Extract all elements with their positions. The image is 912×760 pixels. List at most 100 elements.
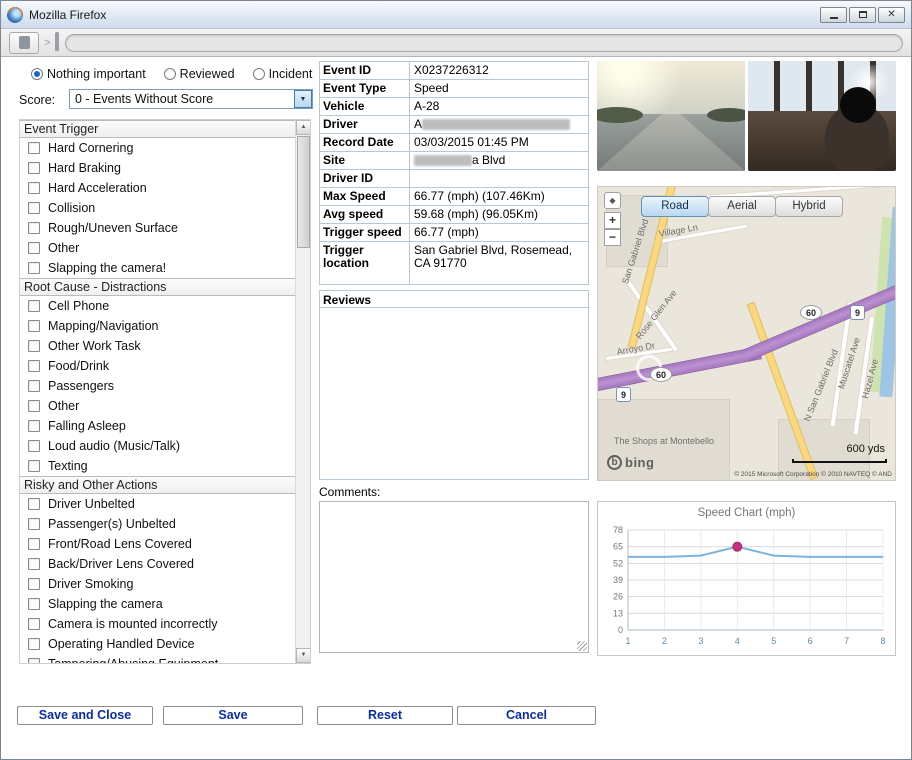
checkbox-icon[interactable] xyxy=(28,618,40,630)
driver-camera-image[interactable] xyxy=(748,61,896,171)
navigation-toolbar: > xyxy=(1,29,911,57)
checklist-item-mapping-navigation[interactable]: Mapping/Navigation xyxy=(20,316,295,336)
checkbox-icon[interactable] xyxy=(28,538,40,550)
checklist-item-falling-asleep[interactable]: Falling Asleep xyxy=(20,416,295,436)
checklist-item-slapping-the-camera[interactable]: Slapping the camera xyxy=(20,594,295,614)
checkbox-icon[interactable] xyxy=(28,578,40,590)
checkbox-icon[interactable] xyxy=(28,340,40,352)
comments-textarea[interactable] xyxy=(319,501,589,653)
scroll-down-button[interactable]: ▼ xyxy=(296,648,311,663)
checkbox-icon[interactable] xyxy=(28,380,40,392)
score-dropdown[interactable]: 0 - Events Without Score ▼ xyxy=(69,89,313,109)
svg-text:6: 6 xyxy=(808,636,813,646)
checklist-item-loud-audio-music-talk[interactable]: Loud audio (Music/Talk) xyxy=(20,436,295,456)
page-action-button[interactable] xyxy=(9,32,39,54)
map-type-road[interactable]: Road xyxy=(641,196,709,217)
checkbox-icon[interactable] xyxy=(28,242,40,254)
checkbox-icon[interactable] xyxy=(28,518,40,530)
checkbox-icon[interactable] xyxy=(28,262,40,274)
titlebar[interactable]: Mozilla Firefox ✕ xyxy=(1,1,911,29)
checklist-item-label: Loud audio (Music/Talk) xyxy=(48,439,180,453)
minimize-button[interactable] xyxy=(820,7,847,23)
detail-row-vehicle: VehicleA-28 xyxy=(319,97,589,116)
checkbox-icon[interactable] xyxy=(28,202,40,214)
checklist-item-hard-cornering[interactable]: Hard Cornering xyxy=(20,138,295,158)
checklist-item-collision[interactable]: Collision xyxy=(20,198,295,218)
checkbox-icon[interactable] xyxy=(28,360,40,372)
cancel-button[interactable]: Cancel xyxy=(457,706,596,725)
checklist-item-tampering-abusing-equipment[interactable]: Tampering/Abusing Equipment xyxy=(20,654,295,663)
checkbox-icon[interactable] xyxy=(28,598,40,610)
save-and-close-button[interactable]: Save and Close xyxy=(17,706,153,725)
checkbox-icon[interactable] xyxy=(28,400,40,412)
checkbox-icon[interactable] xyxy=(28,420,40,432)
checkbox-icon[interactable] xyxy=(28,440,40,452)
map-copyright: © 2015 Microsoft Corporation © 2010 NAVT… xyxy=(734,471,892,478)
checklist-item-front-road-lens-covered[interactable]: Front/Road Lens Covered xyxy=(20,534,295,554)
checklist-item-label: Other xyxy=(48,399,79,413)
checkbox-icon[interactable] xyxy=(28,142,40,154)
radio-label: Reviewed xyxy=(180,67,235,81)
checklist-item-hard-acceleration[interactable]: Hard Acceleration xyxy=(20,178,295,198)
checklist-item-rough-uneven-surface[interactable]: Rough/Uneven Surface xyxy=(20,218,295,238)
map-type-aerial[interactable]: Aerial xyxy=(708,196,776,217)
radio-reviewed[interactable]: Reviewed xyxy=(164,67,235,81)
checklist-item-hard-braking[interactable]: Hard Braking xyxy=(20,158,295,178)
checkbox-icon[interactable] xyxy=(28,498,40,510)
radio-icon[interactable] xyxy=(253,68,265,80)
checklist-item-label: Hard Braking xyxy=(48,161,121,175)
checklist-item-other[interactable]: Other xyxy=(20,238,295,258)
checklist-item-operating-handled-device[interactable]: Operating Handled Device xyxy=(20,634,295,654)
scroll-up-button[interactable]: ▲ xyxy=(296,120,311,135)
checklist-item-driver-smoking[interactable]: Driver Smoking xyxy=(20,574,295,594)
checkbox-icon[interactable] xyxy=(28,638,40,650)
checklist-item-back-driver-lens-covered[interactable]: Back/Driver Lens Covered xyxy=(20,554,295,574)
road-camera-image[interactable] xyxy=(597,61,745,171)
checklist-item-passengers[interactable]: Passengers xyxy=(20,376,295,396)
radio-icon[interactable] xyxy=(164,68,176,80)
checklist-group-header-root-cause-distractions: Root Cause - Distractions xyxy=(20,278,295,296)
checkbox-icon[interactable] xyxy=(28,182,40,194)
radio-nothing-important[interactable]: Nothing important xyxy=(31,67,146,81)
checklist-item-other[interactable]: Other xyxy=(20,396,295,416)
checkbox-icon[interactable] xyxy=(28,658,40,663)
checklist-item-label: Hard Cornering xyxy=(48,141,133,155)
checkbox-icon[interactable] xyxy=(28,460,40,472)
checklist-item-food-drink[interactable]: Food/Drink xyxy=(20,356,295,376)
reset-button[interactable]: Reset xyxy=(317,706,453,725)
radio-incident[interactable]: Incident xyxy=(253,67,313,81)
zoom-in-button[interactable]: + xyxy=(604,212,621,229)
scrollbar-thumb[interactable] xyxy=(297,136,310,248)
checkbox-icon[interactable] xyxy=(28,558,40,570)
checklist-item-cell-phone[interactable]: Cell Phone xyxy=(20,296,295,316)
checklist-item-passenger-s-unbelted[interactable]: Passenger(s) Unbelted xyxy=(20,514,295,534)
radio-icon[interactable] xyxy=(31,68,43,80)
svg-text:52: 52 xyxy=(613,558,623,568)
map-type-hybrid[interactable]: Hybrid xyxy=(775,196,843,217)
event-details-table: Event IDX0237226312Event TypeSpeedVehicl… xyxy=(319,61,589,285)
maximize-button[interactable] xyxy=(849,7,876,23)
checkbox-icon[interactable] xyxy=(28,222,40,234)
detail-label: Event Type xyxy=(320,80,410,97)
chevron-down-icon[interactable]: ▼ xyxy=(294,90,312,108)
bing-map[interactable]: Village LnSan Gabriel BlvdRose Glen AveA… xyxy=(597,186,896,481)
checklist-item-camera-is-mounted-incorrectly[interactable]: Camera is mounted incorrectly xyxy=(20,614,295,634)
checklist-scrollbar[interactable]: ▲ ▼ xyxy=(295,120,310,663)
checklist-item-texting[interactable]: Texting xyxy=(20,456,295,476)
zoom-out-button[interactable]: − xyxy=(604,229,621,246)
map-shield-60: 60 xyxy=(800,305,822,320)
checklist-item-other-work-task[interactable]: Other Work Task xyxy=(20,336,295,356)
checkbox-icon[interactable] xyxy=(28,162,40,174)
reviews-header: Reviews xyxy=(319,290,589,308)
checklist-item-driver-unbelted[interactable]: Driver Unbelted xyxy=(20,494,295,514)
checkbox-icon[interactable] xyxy=(28,320,40,332)
checklist-item-slapping-the-camera[interactable]: Slapping the camera! xyxy=(20,258,295,278)
detail-row-avg-speed: Avg speed59.68 (mph) (96.05Km) xyxy=(319,205,589,224)
svg-text:8: 8 xyxy=(880,636,885,646)
save-button[interactable]: Save xyxy=(163,706,303,725)
detail-row-event-id: Event IDX0237226312 xyxy=(319,61,589,80)
url-input[interactable] xyxy=(65,34,903,52)
close-button[interactable]: ✕ xyxy=(878,7,905,23)
map-compass-icon[interactable]: ◆ xyxy=(604,192,621,209)
checkbox-icon[interactable] xyxy=(28,300,40,312)
